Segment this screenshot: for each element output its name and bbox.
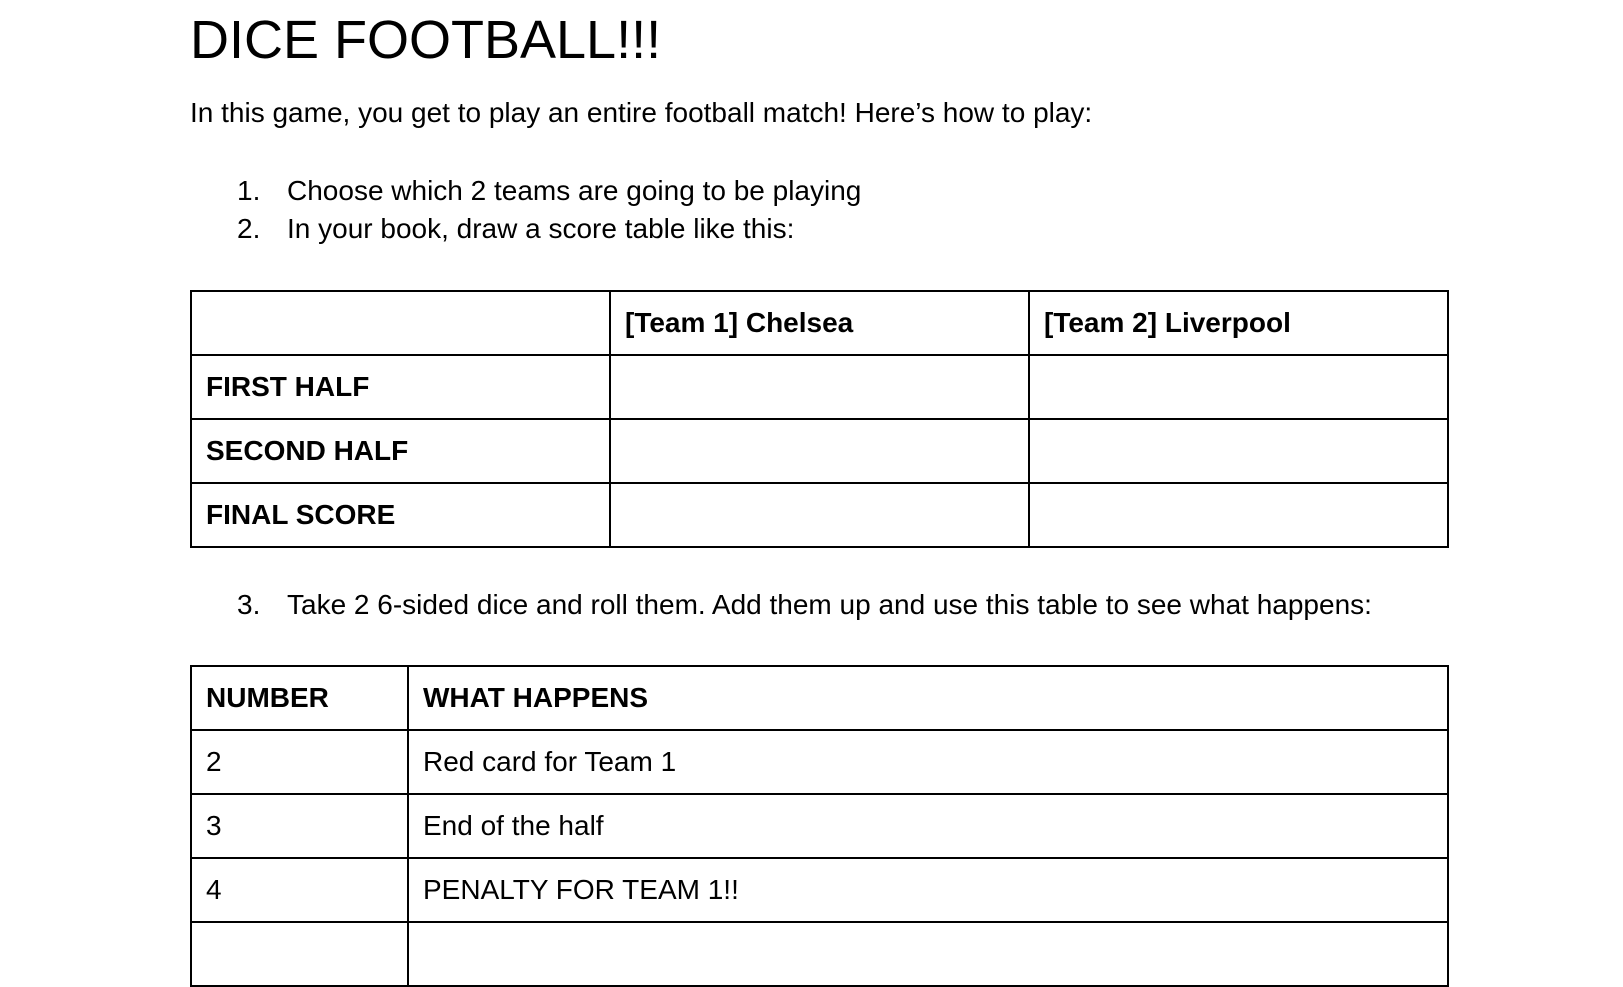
table-row: 2 Red card for Team 1 xyxy=(190,729,1449,795)
table-header-team1: [Team 1] Chelsea xyxy=(609,290,1030,356)
dice-number-cell xyxy=(190,921,409,987)
list-item-number: 1. xyxy=(237,175,261,206)
table-cell xyxy=(609,482,1030,548)
dice-outcome-cell: Red card for Team 1 xyxy=(407,729,1449,795)
table-row: 3 End of the half xyxy=(190,793,1449,859)
table-header-what-happens: WHAT HAPPENS xyxy=(407,665,1449,731)
table-cell xyxy=(1028,354,1449,420)
table-cell xyxy=(609,354,1030,420)
table-row: SECOND HALF xyxy=(190,418,1449,484)
list-item: 2. In your book, draw a score table like… xyxy=(190,210,861,248)
dice-number-cell: 2 xyxy=(190,729,409,795)
list-item-text: Take 2 6-sided dice and roll them. Add t… xyxy=(287,589,1372,620)
table-header-number: NUMBER xyxy=(190,665,409,731)
list-item-number: 2. xyxy=(237,213,261,244)
list-item-number: 3. xyxy=(237,589,261,620)
table-row: 4 PENALTY FOR TEAM 1!! xyxy=(190,857,1449,923)
table-row: FINAL SCORE xyxy=(190,482,1449,548)
table-row xyxy=(190,921,1449,987)
dice-outcome-table: NUMBER WHAT HAPPENS 2 Red card for Team … xyxy=(190,665,1449,987)
table-cell xyxy=(1028,418,1449,484)
dice-outcome-cell: End of the half xyxy=(407,793,1449,859)
instructions-list-continued: 3. Take 2 6-sided dice and roll them. Ad… xyxy=(190,586,1372,624)
intro-paragraph: In this game, you get to play an entire … xyxy=(190,97,1093,128)
dice-number-cell: 4 xyxy=(190,857,409,923)
table-header-team2: [Team 2] Liverpool xyxy=(1028,290,1449,356)
row-label-second-half: SECOND HALF xyxy=(190,418,611,484)
list-item-text: In your book, draw a score table like th… xyxy=(287,213,795,244)
dice-outcome-cell xyxy=(407,921,1449,987)
row-label-final-score: FINAL SCORE xyxy=(190,482,611,548)
list-item: 1. Choose which 2 teams are going to be … xyxy=(190,172,861,210)
row-label-first-half: FIRST HALF xyxy=(190,354,611,420)
table-cell xyxy=(609,418,1030,484)
dice-outcome-cell: PENALTY FOR TEAM 1!! xyxy=(407,857,1449,923)
table-cell xyxy=(1028,482,1449,548)
table-header-cell xyxy=(190,290,611,356)
document-title: DICE FOOTBALL!!! xyxy=(190,10,662,70)
list-item-text: Choose which 2 teams are going to be pla… xyxy=(287,175,862,206)
table-header-row: [Team 1] Chelsea [Team 2] Liverpool xyxy=(190,290,1449,356)
table-row: FIRST HALF xyxy=(190,354,1449,420)
dice-number-cell: 3 xyxy=(190,793,409,859)
table-header-row: NUMBER WHAT HAPPENS xyxy=(190,665,1449,731)
list-item: 3. Take 2 6-sided dice and roll them. Ad… xyxy=(190,586,1372,624)
score-table: [Team 1] Chelsea [Team 2] Liverpool FIRS… xyxy=(190,290,1449,548)
instructions-list: 1. Choose which 2 teams are going to be … xyxy=(190,172,861,248)
